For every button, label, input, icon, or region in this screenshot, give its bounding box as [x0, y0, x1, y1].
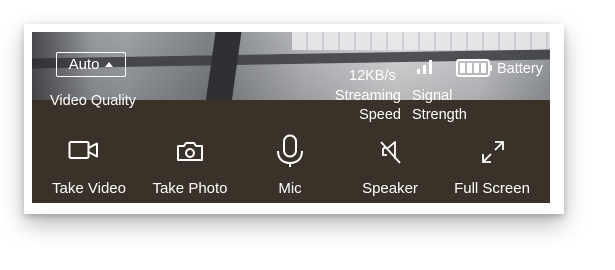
camera-icon — [177, 142, 203, 161]
video-quality-dropdown[interactable]: Auto — [56, 52, 126, 77]
signal-strength-label-1: Signal — [412, 88, 453, 104]
streaming-speed-label-2: Speed — [359, 107, 401, 123]
battery-label: Battery — [497, 61, 543, 77]
take-video-button[interactable]: Take Video — [52, 137, 126, 203]
streaming-speed-label-1: Streaming — [334, 88, 401, 104]
mic-label: Mic — [278, 180, 302, 197]
caret-up-icon — [105, 62, 114, 67]
video-camera-icon — [68, 141, 98, 159]
speaker-button[interactable]: Speaker — [356, 137, 424, 203]
feed-ceiling — [292, 32, 550, 50]
take-photo-label: Take Photo — [152, 180, 228, 197]
speaker-label: Speaker — [362, 180, 418, 197]
battery-icon — [456, 59, 492, 77]
full-screen-label: Full Screen — [454, 180, 530, 197]
microphone-icon — [277, 134, 303, 167]
expand-icon — [482, 141, 504, 163]
signal-bars-icon — [417, 60, 432, 74]
speaker-muted-icon — [380, 141, 401, 164]
camera-viewer: Auto Video Quality 12KB/s Streaming Spee… — [32, 32, 550, 203]
signal-strength-label-2: Strength — [412, 107, 467, 123]
video-quality-value: Auto — [68, 56, 100, 73]
video-quality-label: Video Quality — [50, 93, 136, 109]
mic-button[interactable]: Mic — [258, 132, 322, 203]
streaming-speed-value: 12KB/s — [349, 68, 396, 84]
take-video-label: Take Video — [52, 180, 126, 197]
full-screen-button[interactable]: Full Screen — [450, 137, 534, 203]
take-photo-button[interactable]: Take Photo — [150, 137, 230, 203]
